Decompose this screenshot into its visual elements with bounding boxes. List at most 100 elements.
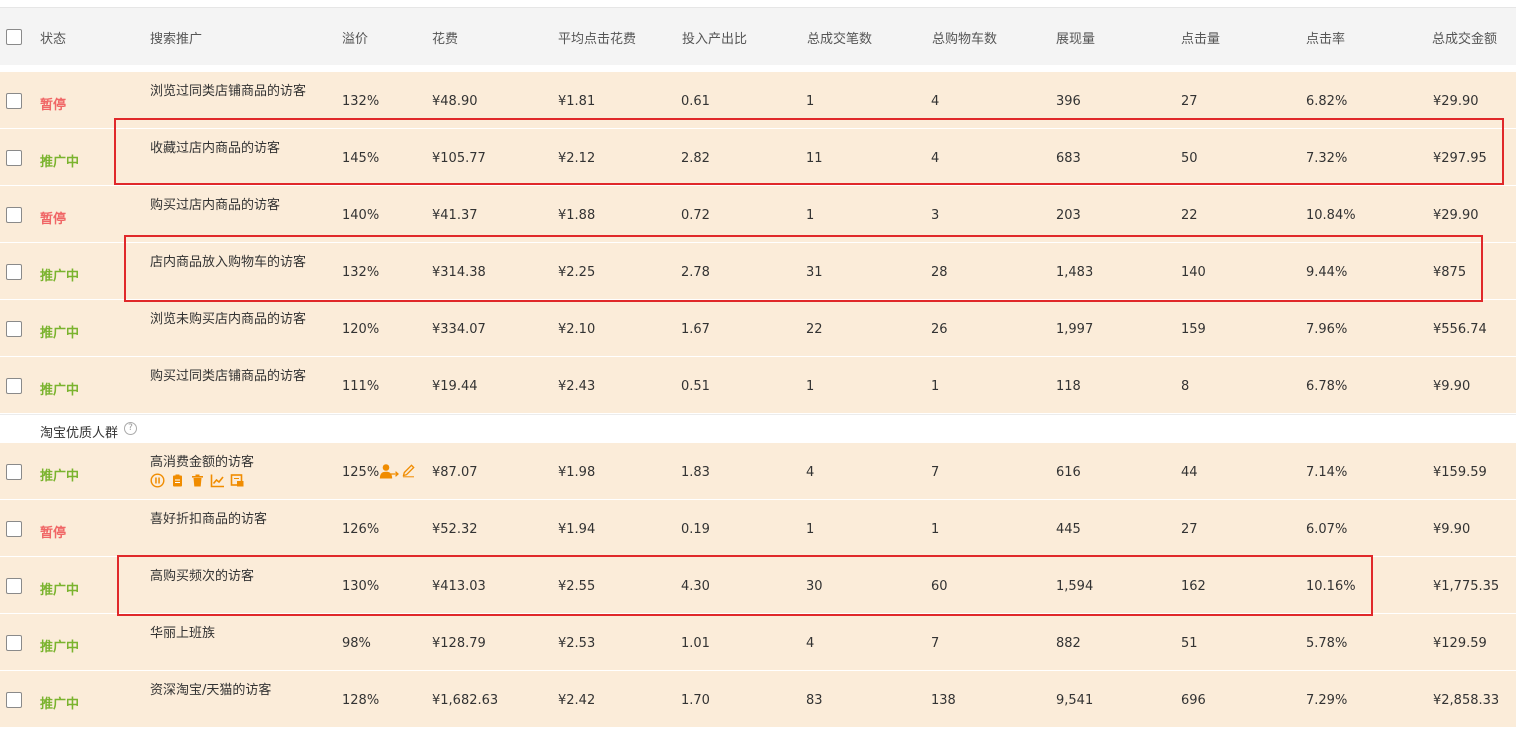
cell-premium: 128%: [342, 693, 380, 708]
cell-premium: 126%: [342, 522, 380, 537]
crowd-name[interactable]: 浏览未购买店内商品的访客: [150, 308, 306, 327]
row-checkbox[interactable]: [6, 93, 22, 109]
cell-carts: 1: [931, 379, 940, 394]
crowd-name[interactable]: 购买过店内商品的访客: [150, 194, 280, 213]
report-icon[interactable]: [230, 473, 245, 488]
cell-impressions: 396: [1056, 94, 1081, 109]
col-status[interactable]: 状态: [40, 28, 66, 47]
cell-premium: 140%: [342, 208, 380, 223]
cell-cpc: ¥2.53: [558, 636, 596, 651]
cell-carts: 1: [931, 522, 940, 537]
cell-impressions: 9,541: [1056, 693, 1094, 708]
cell-premium: 98%: [342, 636, 371, 651]
crowd-name[interactable]: 资深淘宝/天猫的访客: [150, 679, 271, 698]
cell-gmv: ¥129.59: [1433, 636, 1487, 651]
cell-clicks: 8: [1181, 379, 1190, 394]
cell-ctr: 6.82%: [1306, 94, 1348, 109]
status-label: 推广中: [40, 269, 80, 284]
row-checkbox[interactable]: [6, 207, 22, 223]
cell-roi: 0.19: [681, 522, 710, 537]
trend-chart-icon[interactable]: [210, 473, 225, 488]
status-label: 暂停: [40, 212, 67, 227]
cell-roi: 0.72: [681, 208, 710, 223]
cell-roi: 0.61: [681, 94, 710, 109]
crowd-name[interactable]: 高消费金额的访客: [150, 451, 254, 470]
col-clicks[interactable]: 点击量: [1181, 28, 1220, 47]
cell-gmv: ¥2,858.33: [1433, 693, 1500, 708]
col-cpc[interactable]: 平均点击花费: [558, 28, 636, 47]
crowd-targeting-table: 状态 搜索推广 溢价 花费 平均点击花费 投入产出比 总成交笔数 总购物车数 展…: [0, 0, 1516, 735]
cell-cpc: ¥1.98: [558, 465, 596, 480]
crowd-name[interactable]: 购买过同类店铺商品的访客: [150, 365, 306, 384]
cell-orders: 22: [806, 322, 823, 337]
cell-cost: ¥41.37: [432, 208, 478, 223]
cell-impressions: 616: [1056, 465, 1081, 480]
cell-roi: 0.51: [681, 379, 710, 394]
col-roi[interactable]: 投入产出比: [682, 28, 747, 47]
row-checkbox[interactable]: [6, 264, 22, 280]
row-checkbox[interactable]: [6, 464, 22, 480]
row-checkbox[interactable]: [6, 521, 22, 537]
select-all-checkbox[interactable]: [6, 29, 22, 45]
table-row[interactable]: 暂停 喜好折扣商品的访客 126% ¥52.32 ¥1.94 0.19 1 1 445 27 6.0…: [0, 500, 1516, 557]
status-label: 推广中: [40, 640, 80, 655]
cell-ctr: 6.07%: [1306, 522, 1348, 537]
col-premium[interactable]: 溢价: [342, 28, 368, 47]
table-row[interactable]: 推广中 资深淘宝/天猫的访客 128% ¥1,682.63 ¥2.42 1.70 83 138…: [0, 671, 1516, 728]
edit-pencil-icon[interactable]: [401, 463, 416, 478]
table-row[interactable]: 推广中 高消费金额的访客 125% ¥87.07 ¥1.98 1.83 4 7 616 44 7.1…: [0, 443, 1516, 500]
cell-gmv: ¥29.90: [1433, 208, 1479, 223]
cell-impressions: 203: [1056, 208, 1081, 223]
col-ctr[interactable]: 点击率: [1306, 28, 1345, 47]
group-label: 淘宝优质人群: [40, 426, 119, 441]
col-name[interactable]: 搜索推广: [150, 28, 202, 47]
pause-icon[interactable]: [150, 473, 165, 488]
table-row[interactable]: 推广中 购买过同类店铺商品的访客 111% ¥19.44 ¥2.43 0.51 1 1 118 8…: [0, 357, 1516, 414]
cell-gmv: ¥9.90: [1433, 379, 1471, 394]
crowd-name[interactable]: 华丽上班族: [150, 622, 215, 641]
cell-premium: 132%: [342, 94, 380, 109]
cell-premium: 125%: [342, 465, 380, 480]
status-label: 暂停: [40, 98, 67, 113]
clipboard-icon[interactable]: [170, 473, 185, 488]
col-impressions[interactable]: 展现量: [1056, 28, 1095, 47]
status-label: 推广中: [40, 469, 80, 484]
cell-carts: 3: [931, 208, 940, 223]
row-checkbox[interactable]: [6, 378, 22, 394]
row-checkbox[interactable]: [6, 578, 22, 594]
cell-ctr: 7.96%: [1306, 322, 1348, 337]
table-row[interactable]: 推广中 浏览未购买店内商品的访客 120% ¥334.07 ¥2.10 1.67 22 26 1…: [0, 300, 1516, 357]
group-header-taobao-quality: 淘宝优质人群 ?: [0, 414, 1516, 443]
row-checkbox[interactable]: [6, 150, 22, 166]
cell-ctr: 6.78%: [1306, 379, 1348, 394]
cell-cpc: ¥1.94: [558, 522, 596, 537]
col-orders[interactable]: 总成交笔数: [807, 28, 872, 47]
col-gmv[interactable]: 总成交金额: [1432, 28, 1497, 47]
cell-orders: 83: [806, 693, 823, 708]
crowd-name[interactable]: 浏览过同类店铺商品的访客: [150, 80, 306, 99]
cell-cost: ¥334.07: [432, 322, 486, 337]
status-label: 暂停: [40, 526, 67, 541]
cell-clicks: 159: [1181, 322, 1206, 337]
cell-impressions: 1,997: [1056, 322, 1094, 337]
cell-roi: 1.83: [681, 465, 710, 480]
col-carts[interactable]: 总购物车数: [932, 28, 997, 47]
row-checkbox[interactable]: [6, 635, 22, 651]
table-row[interactable]: 推广中 华丽上班族 98% ¥128.79 ¥2.53 1.01 4 7 882 51 5.78% ¥…: [0, 614, 1516, 671]
cell-clicks: 22: [1181, 208, 1198, 223]
crowd-name[interactable]: 喜好折扣商品的访客: [150, 508, 267, 527]
cell-gmv: ¥1,775.35: [1433, 579, 1500, 594]
cell-cpc: ¥1.88: [558, 208, 596, 223]
row-checkbox[interactable]: [6, 321, 22, 337]
cell-carts: 138: [931, 693, 956, 708]
status-label: 推广中: [40, 697, 80, 712]
cell-premium: 120%: [342, 322, 380, 337]
col-cost[interactable]: 花费: [432, 28, 458, 47]
cell-cost: ¥128.79: [432, 636, 486, 651]
delete-icon[interactable]: [190, 473, 205, 488]
row-checkbox[interactable]: [6, 692, 22, 708]
crowd-user-icon[interactable]: [379, 463, 399, 479]
help-circle-icon[interactable]: ?: [124, 422, 137, 435]
status-label: 推广中: [40, 326, 80, 341]
cell-carts: 26: [931, 322, 948, 337]
